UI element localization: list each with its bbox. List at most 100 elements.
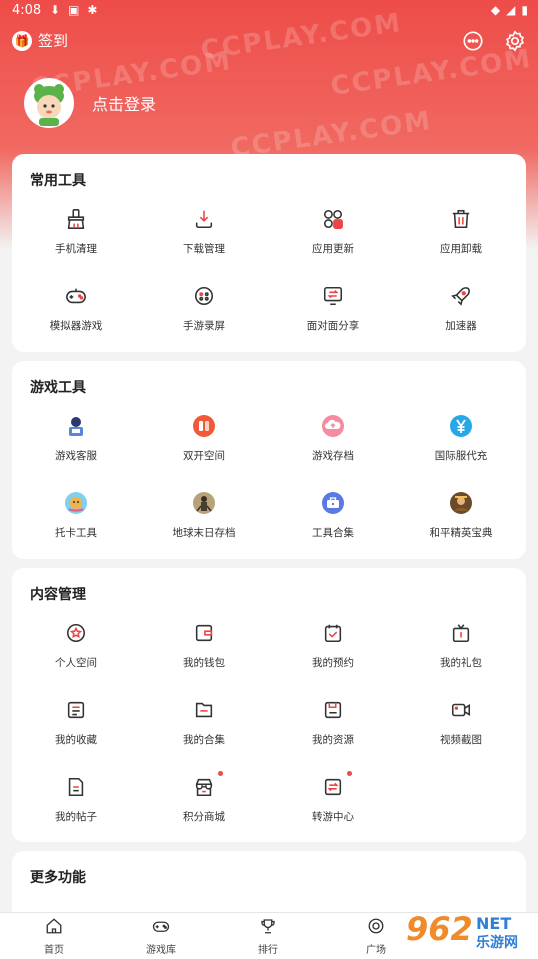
item-label: 我的合集 [183, 734, 225, 746]
gamepad-icon [152, 921, 170, 932]
folder-icon [191, 697, 217, 723]
tool-label: 应用卸载 [440, 243, 482, 255]
brand-watermark-badge: 962 NET 乐游网 [404, 908, 534, 956]
customer-service-icon [63, 413, 89, 439]
login-label: 点击登录 [92, 95, 157, 114]
battery-icon: ▮ [521, 3, 528, 17]
tool-game-service[interactable]: 游戏客服 [12, 409, 140, 486]
item-label: 我的礼包 [440, 657, 482, 669]
tool-app-update[interactable]: 应用更新 [269, 202, 397, 279]
tool-label: 游戏存档 [312, 450, 354, 462]
item-my-collection[interactable]: 我的合集 [140, 693, 268, 770]
gift-icon: 🎁 [12, 30, 32, 51]
share-transfer-icon [320, 283, 346, 309]
document-icon [63, 774, 89, 800]
tool-emulator-games[interactable]: 模拟器游戏 [12, 279, 140, 356]
item-my-favorites[interactable]: 我的收藏 [12, 693, 140, 770]
checkin-button[interactable]: 🎁 签到 [12, 30, 68, 51]
settings-icon[interactable] [504, 30, 526, 52]
nav-label: 排行 [258, 945, 278, 956]
item-video-screenshot[interactable]: 视频截图 [397, 693, 525, 770]
item-label: 视频截图 [440, 734, 482, 746]
target-icon [368, 918, 384, 934]
tool-label: 面对面分享 [306, 320, 360, 332]
bookmark-list-icon [63, 697, 89, 723]
nav-game-library[interactable]: 游戏库 [131, 917, 191, 956]
status-time: 4:08 [12, 3, 42, 18]
tool-label: 应用更新 [312, 243, 354, 255]
item-my-reservation[interactable]: 我的预约 [269, 616, 397, 693]
tool-game-save[interactable]: 游戏存档 [269, 409, 397, 486]
rocket-icon [448, 283, 474, 309]
tool-phone-clean[interactable]: 手机清理 [12, 202, 140, 279]
trophy-icon [261, 919, 275, 934]
item-my-gift[interactable]: 我的礼包 [397, 616, 525, 693]
notification-dot [347, 771, 352, 776]
tool-label: 手游录屏 [183, 320, 225, 332]
tool-dual-space[interactable]: 双开空间 [140, 409, 268, 486]
tool-face-share[interactable]: 面对面分享 [269, 279, 397, 356]
tool-label: 下载管理 [183, 243, 225, 255]
home-icon [46, 918, 62, 934]
item-label: 积分商城 [183, 811, 225, 823]
trash-icon [448, 206, 474, 232]
tool-label: 加速器 [445, 320, 477, 332]
item-points-store[interactable]: 积分商城 [140, 770, 268, 847]
floppy-icon [320, 697, 346, 723]
checkin-label: 签到 [38, 32, 69, 50]
tool-download-manage[interactable]: 下载管理 [140, 202, 268, 279]
nav-ranking[interactable]: 排行 [238, 917, 298, 956]
signal-icon: ◢ [506, 3, 516, 17]
item-my-posts[interactable]: 我的帖子 [12, 770, 140, 847]
item-label: 我的预约 [312, 657, 354, 669]
nav-label: 首页 [44, 945, 64, 956]
tool-app-uninstall[interactable]: 应用卸载 [397, 202, 525, 279]
tool-toca[interactable]: 托卡工具 [12, 486, 140, 563]
nav-label: 广场 [366, 945, 386, 956]
nav-plaza[interactable]: 广场 [346, 917, 406, 956]
tool-label: 地球末日存档 [172, 527, 236, 539]
tool-label: 双开空间 [183, 450, 225, 462]
tool-label: 手机清理 [55, 243, 97, 255]
tool-label: 模拟器游戏 [49, 320, 103, 332]
section-title: 更多功能 [30, 870, 86, 886]
brand-net: NET [476, 914, 512, 933]
toca-icon [63, 490, 89, 516]
gamepad-icon [63, 283, 89, 309]
calendar-check-icon [320, 620, 346, 646]
tool-label: 和平精英宝典 [429, 527, 493, 539]
cloud-save-icon [320, 413, 346, 439]
video-icon [448, 697, 474, 723]
tool-last-day-save[interactable]: 地球末日存档 [140, 486, 268, 563]
tool-pubg-guide[interactable]: 和平精英宝典 [397, 486, 525, 563]
top-bar: 🎁 签到 [0, 30, 538, 58]
gift-tv-icon [448, 620, 474, 646]
section-title: 常用工具 [30, 173, 86, 189]
item-personal-space[interactable]: 个人空间 [12, 616, 140, 693]
item-my-wallet[interactable]: 我的钱包 [140, 616, 268, 693]
nav-home[interactable]: 首页 [24, 917, 84, 956]
item-label: 我的帖子 [55, 811, 97, 823]
tool-screen-record[interactable]: 手游录屏 [140, 279, 268, 356]
section-card-content-manage: 内容管理 个人空间 我的钱包 我的预约 我的礼包 我的收藏 我的合集 我的资源 … [12, 568, 526, 842]
item-my-resources[interactable]: 我的资源 [269, 693, 397, 770]
pubg-icon [448, 490, 474, 516]
yen-icon [448, 413, 474, 439]
dual-space-icon [191, 413, 217, 439]
survivor-icon [191, 490, 217, 516]
avatar-image [34, 84, 64, 126]
status-bar: 4:08 ⬇ ▣ ✱ ◆ ◢ ▮ [0, 0, 538, 22]
item-transfer-center[interactable]: 转游中心 [269, 770, 397, 847]
broom-icon [63, 206, 89, 232]
nav-label: 游戏库 [146, 945, 176, 956]
tool-intl-recharge[interactable]: 国际服代充 [397, 409, 525, 486]
tool-toolbox[interactable]: 工具合集 [269, 486, 397, 563]
tool-accelerator[interactable]: 加速器 [397, 279, 525, 356]
profile-login[interactable]: 点击登录 [24, 78, 156, 128]
message-icon[interactable] [462, 30, 484, 52]
star-circle-icon [63, 620, 89, 646]
tool-label: 国际服代充 [434, 450, 488, 462]
tool-label: 游戏客服 [55, 450, 97, 462]
bug-icon: ✱ [87, 3, 98, 17]
download-icon [191, 206, 217, 232]
